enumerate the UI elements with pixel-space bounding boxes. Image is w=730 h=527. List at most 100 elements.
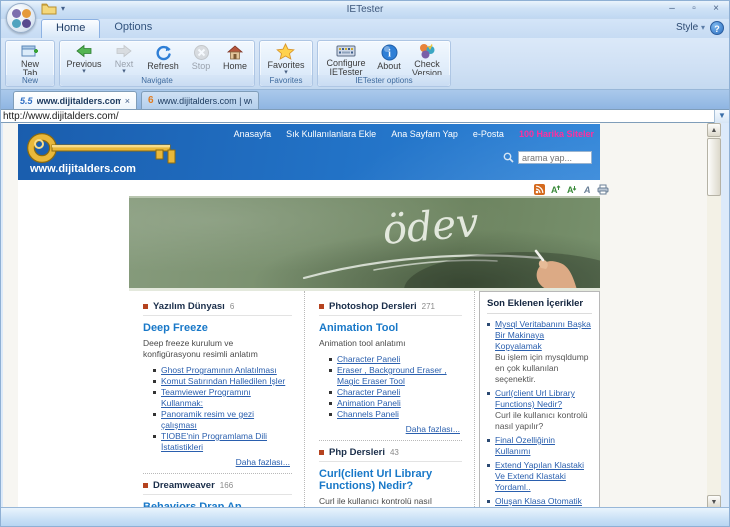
- sidebar-desc: Curl ile kullanıcı kontrolü nasıl yapılı…: [495, 410, 592, 432]
- nav-anasayfa[interactable]: Anasayfa: [234, 129, 272, 139]
- ietester-window: IETester – ▫ × ▾ Home Options Style ▾ ?: [0, 0, 730, 527]
- post-link[interactable]: Animation Paneli: [337, 398, 401, 408]
- ribbon-group-new: New Tab ▾ New: [5, 40, 55, 87]
- post-link[interactable]: TIOBE'nin Programlama Dili İstatistikler…: [161, 431, 267, 452]
- site-header: Anasayfa Sık Kullanılanlara Ekle Ana Say…: [18, 124, 600, 180]
- search-input[interactable]: [518, 151, 592, 164]
- orb-dot-orange-icon: [22, 9, 31, 18]
- more-link-wrap: Daha fazlası...: [319, 424, 460, 434]
- minimize-button[interactable]: –: [665, 3, 679, 14]
- post-title-link[interactable]: Animation Tool: [319, 322, 462, 334]
- list-item: Character Paneli: [329, 387, 462, 398]
- print-icon[interactable]: [597, 183, 609, 195]
- daha-fazlasi-link[interactable]: Daha fazlası...: [406, 424, 460, 434]
- category-header: Php Dersleri 43: [319, 447, 462, 462]
- post-link[interactable]: Channels Paneli: [337, 409, 399, 419]
- folder-icon[interactable]: [41, 2, 57, 15]
- list-item: Animation Paneli: [329, 398, 462, 409]
- post-link[interactable]: Eraser , Background Eraser , Magic Erase…: [337, 365, 447, 386]
- style-selector[interactable]: Style ▾: [676, 22, 705, 33]
- sidebar-link[interactable]: Extend Yapılan Klastaki Ve Extend Klasta…: [495, 460, 584, 492]
- home-button[interactable]: Home: [217, 41, 253, 75]
- tab-title: www.dijitalders.com | ...: [37, 96, 121, 106]
- ie6-engine-icon: 6: [148, 95, 154, 106]
- post-link[interactable]: Character Paneli: [337, 354, 400, 364]
- close-tab-icon[interactable]: ×: [125, 96, 130, 106]
- app-menu-orb[interactable]: [6, 3, 36, 33]
- svg-text:A: A: [583, 185, 591, 195]
- close-button[interactable]: ×: [709, 3, 723, 14]
- post-link[interactable]: Teamviewer Programını Kullanmak:: [161, 387, 251, 408]
- group-label-new: New: [6, 75, 54, 86]
- sidebar-link[interactable]: Curl(client Url Library Functions) Nedir…: [495, 388, 575, 409]
- font-reset-icon[interactable]: A: [581, 183, 593, 195]
- quick-access-toolbar: ▾: [41, 2, 65, 15]
- banner-word: ödev: [381, 200, 481, 254]
- nav-sik-kullanilanlara-ekle[interactable]: Sık Kullanılanlara Ekle: [286, 129, 376, 139]
- url-dropdown-button[interactable]: ▼: [714, 110, 729, 123]
- ribbon: New Tab ▾ New Previous ▾: [1, 38, 729, 90]
- url-input[interactable]: [3, 110, 703, 122]
- post-description: Deep freeze kurulum ve konfigürasyonu re…: [143, 338, 292, 360]
- check-version-button[interactable]: Check Version: [405, 41, 449, 75]
- group-label-favorites: Favorites: [260, 75, 312, 86]
- new-tab-button[interactable]: New Tab ▾: [13, 41, 47, 75]
- nav-e-posta[interactable]: e-Posta: [473, 129, 504, 139]
- list-item: TIOBE'nin Programlama Dili İstatistikler…: [153, 431, 292, 453]
- post-link[interactable]: Panoramik resim ve gezi çalışması: [161, 409, 254, 430]
- keyboard-icon: [336, 43, 356, 58]
- scroll-up-icon[interactable]: ▲: [707, 123, 721, 137]
- previous-button[interactable]: Previous ▾: [61, 41, 107, 75]
- configure-ietester-button[interactable]: Configure IETester: [319, 41, 373, 75]
- address-bar: ▼: [1, 109, 729, 123]
- tab-home[interactable]: Home: [41, 19, 100, 38]
- orb-dot-teal-icon: [12, 19, 21, 28]
- favorites-button[interactable]: Favorites ▾: [267, 41, 304, 75]
- svg-text:A: A: [567, 185, 574, 195]
- sidebar-title: Son Eklenen İçerikler: [487, 298, 592, 314]
- browser-tab-ie55[interactable]: 5.5 www.dijitalders.com | ... ×: [13, 91, 137, 109]
- browser-tab-ie6[interactable]: 6 www.dijitalders.com | www.d...: [141, 91, 259, 109]
- stop-button[interactable]: Stop: [185, 41, 217, 75]
- nav-harika-siteler[interactable]: 100 Harika Siteler: [519, 129, 594, 139]
- site-search: [503, 151, 592, 164]
- column-yazilim: Yazılım Dünyası 6 Deep Freeze Deep freez…: [129, 291, 305, 509]
- group-label-navigate: Navigate: [60, 75, 254, 86]
- home-icon: [226, 43, 244, 61]
- post-link[interactable]: Komut Satırından Halledilen İşler: [161, 376, 285, 386]
- daha-fazlasi-link[interactable]: Daha fazlası...: [236, 457, 290, 467]
- bullet-square-icon: [143, 483, 148, 488]
- tab-title: www.dijitalders.com | www.d...: [158, 96, 252, 106]
- bullet-square-icon: [143, 304, 148, 309]
- back-arrow-icon: [75, 43, 93, 59]
- about-button[interactable]: i About: [373, 41, 405, 75]
- sidebar-link[interactable]: Final Özelliğinin Kullanımı: [495, 435, 555, 456]
- maximize-button[interactable]: ▫: [687, 3, 701, 14]
- qat-dropdown-icon[interactable]: ▾: [61, 4, 65, 13]
- rss-icon[interactable]: [533, 183, 545, 195]
- post-title-link[interactable]: Curl(client Url Library Functions) Nedir…: [319, 468, 462, 492]
- refresh-button[interactable]: Refresh: [141, 41, 185, 75]
- post-link-list: Character Paneli Eraser , Background Era…: [329, 354, 462, 420]
- chevron-down-icon: ▾: [701, 23, 705, 32]
- next-button[interactable]: Next ▾: [107, 41, 141, 75]
- post-link[interactable]: Character Paneli: [337, 387, 400, 397]
- colored-dots-icon: [418, 43, 436, 59]
- sidebar-link[interactable]: Mysql Veritabanını Başka Bir Makinaya Ko…: [495, 319, 591, 351]
- status-bar: [1, 507, 729, 526]
- post-link[interactable]: Ghost Programının Anlatılması: [161, 365, 277, 375]
- group-label-ietester-options: IETester options: [318, 75, 450, 86]
- chalkboard-illustration: ödev: [129, 198, 600, 290]
- tab-options[interactable]: Options: [100, 19, 166, 38]
- post-title-link[interactable]: Deep Freeze: [143, 322, 292, 334]
- main-nav: Anasayfa Sık Kullanılanlara Ekle Ana Say…: [234, 129, 594, 139]
- help-button[interactable]: ?: [710, 21, 724, 35]
- nav-ana-sayfam-yap[interactable]: Ana Sayfam Yap: [391, 129, 458, 139]
- category-header: Dreamweaver 166: [143, 480, 292, 495]
- font-decrease-icon[interactable]: A: [565, 183, 577, 195]
- list-item: Eraser , Background Eraser , Magic Erase…: [329, 365, 462, 387]
- scrollbar-thumb[interactable]: [707, 138, 721, 196]
- list-item: Character Paneli: [329, 354, 462, 365]
- vertical-scrollbar[interactable]: ▲ ▼: [707, 123, 721, 509]
- font-increase-icon[interactable]: A: [549, 183, 561, 195]
